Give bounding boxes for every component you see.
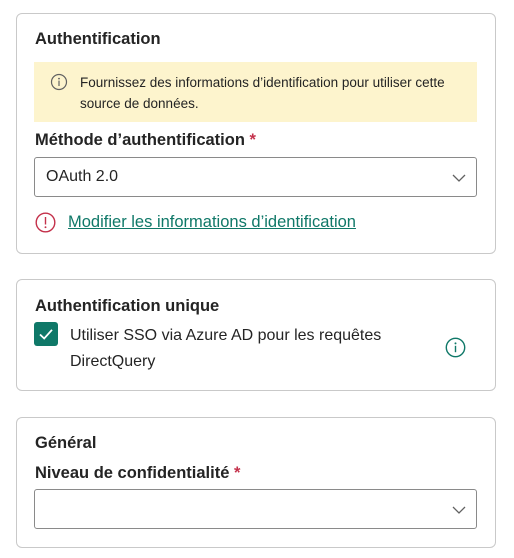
credentials-info-banner: Fournissez des informations d’identifica… xyxy=(34,62,477,122)
sso-title: Authentification unique xyxy=(35,297,220,315)
chevron-down-icon xyxy=(451,502,467,518)
sso-section: Authentification unique Utiliser SSO via… xyxy=(16,279,496,391)
error-circle-icon xyxy=(35,212,56,233)
privacy-level-label-text: Niveau de confidentialité xyxy=(35,464,230,482)
info-banner-text: Fournissez des informations d’identifica… xyxy=(80,75,445,111)
chevron-down-icon xyxy=(451,170,467,186)
general-section: Général Niveau de confidentialité * xyxy=(16,417,496,548)
sso-checkbox-label[interactable]: Utiliser SSO via Azure AD pour les requê… xyxy=(70,323,430,375)
edit-credentials-link[interactable]: Modifier les informations d’identificati… xyxy=(68,213,356,232)
auth-method-dropdown[interactable]: OAuth 2.0 xyxy=(34,157,477,197)
required-marker: * xyxy=(249,131,256,149)
auth-method-label-text: Méthode d’authentification xyxy=(35,131,245,149)
info-icon[interactable] xyxy=(445,337,466,358)
authentication-section: Authentification Fournissez des informat… xyxy=(16,13,496,254)
privacy-level-label: Niveau de confidentialité * xyxy=(35,464,240,483)
auth-method-value: OAuth 2.0 xyxy=(46,168,119,185)
sso-checkbox[interactable] xyxy=(34,322,58,346)
required-marker: * xyxy=(233,464,241,482)
authentication-title: Authentification xyxy=(35,30,161,48)
checkmark-icon xyxy=(39,329,53,340)
auth-method-label: Méthode d’authentification * xyxy=(35,131,256,150)
privacy-level-dropdown[interactable] xyxy=(34,489,477,529)
info-icon xyxy=(50,73,68,91)
general-title: Général xyxy=(35,434,97,452)
